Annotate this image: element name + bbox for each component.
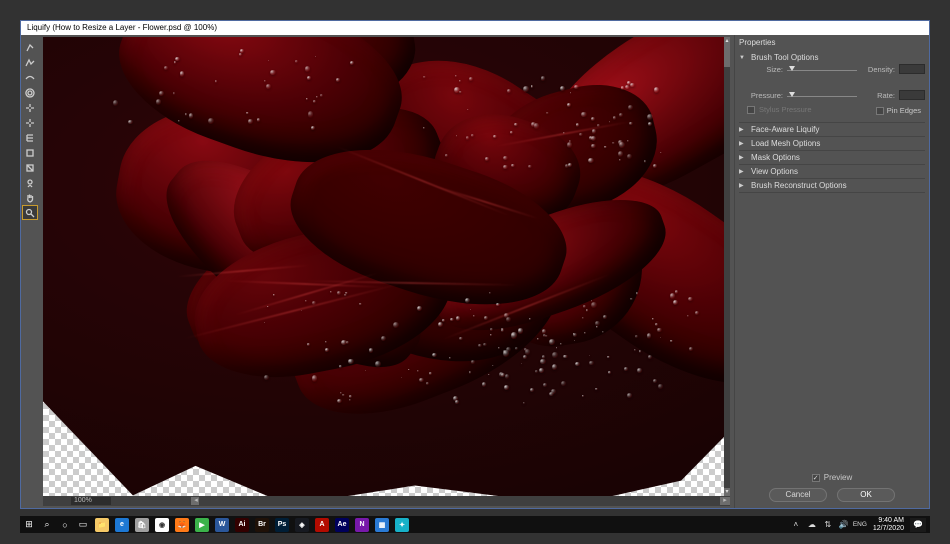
- twirl-tool[interactable]: [23, 86, 37, 99]
- section-label: View Options: [751, 167, 798, 176]
- face-tool[interactable]: [23, 176, 37, 189]
- taskbar-start[interactable]: ⊞: [20, 516, 38, 533]
- hand-tool[interactable]: [23, 191, 37, 204]
- network-icon[interactable]: ⇅: [821, 520, 835, 529]
- taskbar-steam[interactable]: ◈: [292, 516, 312, 533]
- pucker-tool[interactable]: [23, 101, 37, 114]
- rate-value[interactable]: [899, 90, 925, 100]
- stylus-pressure-label: Stylus Pressure: [759, 105, 812, 114]
- push-left-tool[interactable]: [23, 131, 37, 144]
- load-mesh-options-header[interactable]: ▶Load Mesh Options: [739, 139, 925, 148]
- disclosure-triangle-icon: ▼: [739, 55, 747, 61]
- face-aware-liquify-header[interactable]: ▶Face-Aware Liquify: [739, 125, 925, 134]
- time-text: 9:40 AM: [873, 517, 904, 525]
- taskbar-onenote[interactable]: N: [352, 516, 372, 533]
- thaw-mask-tool[interactable]: [23, 161, 37, 174]
- taskbar-app-teal[interactable]: ✦: [392, 516, 412, 533]
- taskbar-app-green[interactable]: ▶: [192, 516, 212, 533]
- pressure-slider[interactable]: [787, 90, 857, 100]
- scroll-right-button[interactable]: ▸: [720, 497, 730, 505]
- density-value[interactable]: [899, 64, 925, 74]
- canvas-area: ▴ ▾ 100% ◂ ▸: [43, 37, 730, 506]
- pin-edges-option[interactable]: Pin Edges: [876, 106, 923, 115]
- date-text: 12/7/2020: [873, 525, 904, 533]
- taskbar-acrobat[interactable]: A: [312, 516, 332, 533]
- stylus-pressure-checkbox: [747, 106, 755, 114]
- bloat-tool[interactable]: [23, 116, 37, 129]
- canvas-footer: 100% ◂ ▸: [43, 496, 730, 506]
- vertical-scrollbar[interactable]: ▴ ▾: [724, 37, 730, 496]
- preview-option[interactable]: Preview: [812, 473, 852, 482]
- liquify-dialog: Liquify (How to Resize a Layer - Flower.…: [20, 20, 930, 509]
- scroll-up-button[interactable]: ▴: [724, 37, 730, 45]
- vertical-scroll-thumb[interactable]: [724, 45, 730, 67]
- taskbar-after-effects[interactable]: Ae: [332, 516, 352, 533]
- brush-tool-options-section: ▼ Brush Tool Options Size: Density: Pres…: [739, 51, 925, 123]
- freeze-mask-tool[interactable]: [23, 146, 37, 159]
- size-slider[interactable]: [787, 64, 857, 74]
- properties-panel: Properties ▼ Brush Tool Options Size: De…: [734, 35, 929, 508]
- density-slider[interactable]: [899, 77, 925, 87]
- preview-label: Preview: [824, 473, 852, 482]
- language-icon[interactable]: ENG: [853, 521, 867, 528]
- taskbar-cortana[interactable]: ○: [56, 516, 74, 533]
- pin-edges-checkbox[interactable]: [876, 107, 884, 115]
- rate-label: Rate:: [857, 91, 899, 100]
- pressure-label: Pressure:: [739, 91, 787, 100]
- taskbar-bridge[interactable]: Br: [252, 516, 272, 533]
- stylus-pressure-option: Stylus Pressure: [741, 104, 812, 117]
- size-label: Size:: [739, 65, 787, 74]
- smooth-tool[interactable]: [23, 71, 37, 84]
- zoom-tool[interactable]: [23, 206, 37, 219]
- action-center-icon[interactable]: 💬: [910, 518, 926, 532]
- view-options-header[interactable]: ▶View Options: [739, 167, 925, 176]
- density-label: Density:: [857, 65, 899, 74]
- section-label: Mask Options: [751, 153, 800, 162]
- volume-icon[interactable]: 🔊: [837, 520, 851, 529]
- taskbar-file-explorer[interactable]: 📁: [92, 516, 112, 533]
- section-label: Load Mesh Options: [751, 139, 820, 148]
- brush-reconstruct-options-header[interactable]: ▶Brush Reconstruct Options: [739, 181, 925, 190]
- taskbar-illustrator[interactable]: Ai: [232, 516, 252, 533]
- taskbar-app-blue[interactable]: ▦: [372, 516, 392, 533]
- clock[interactable]: 9:40 AM 12/7/2020: [869, 517, 908, 533]
- section-label: Face-Aware Liquify: [751, 125, 819, 134]
- taskbar-firefox[interactable]: 🦊: [172, 516, 192, 533]
- section-label: Brush Reconstruct Options: [751, 181, 847, 190]
- preview-checkbox[interactable]: [812, 474, 820, 482]
- scroll-down-button[interactable]: ▾: [724, 488, 730, 496]
- cancel-button[interactable]: Cancel: [769, 488, 827, 502]
- taskbar-taskview[interactable]: ▭: [74, 516, 92, 533]
- forward-warp-tool[interactable]: [23, 41, 37, 54]
- taskbar-word[interactable]: W: [212, 516, 232, 533]
- section-label: Brush Tool Options: [751, 53, 818, 62]
- system-tray: ˄ ☁ ⇅ 🔊 ENG 9:40 AM 12/7/2020 💬: [789, 517, 930, 533]
- ok-button[interactable]: OK: [837, 488, 895, 502]
- onedrive-icon[interactable]: ☁: [805, 520, 819, 529]
- taskbar-edge[interactable]: e: [112, 516, 132, 533]
- windows-taskbar: ⊞⌕○▭📁e🛍◉🦊▶WAiBrPs◈AAeN▦✦ ˄ ☁ ⇅ 🔊 ENG 9:4…: [20, 516, 930, 533]
- tray-overflow-icon[interactable]: ˄: [789, 520, 803, 529]
- brush-tool-options-header[interactable]: ▼ Brush Tool Options: [739, 53, 925, 62]
- document-canvas[interactable]: ▴ ▾: [43, 37, 730, 496]
- panel-title: Properties: [739, 38, 925, 47]
- horizontal-scrollbar[interactable]: [199, 497, 720, 505]
- taskbar-photoshop[interactable]: Ps: [272, 516, 292, 533]
- liquify-toolbar: [21, 35, 39, 508]
- window-title: Liquify (How to Resize a Layer - Flower.…: [21, 21, 929, 35]
- rose-image: [43, 37, 730, 496]
- pin-edges-label: Pin Edges: [887, 106, 921, 115]
- mask-options-header[interactable]: ▶Mask Options: [739, 153, 925, 162]
- taskbar-store[interactable]: 🛍: [132, 516, 152, 533]
- reconstruct-tool[interactable]: [23, 56, 37, 69]
- taskbar-chrome[interactable]: ◉: [152, 516, 172, 533]
- taskbar-search[interactable]: ⌕: [38, 516, 56, 533]
- zoom-readout[interactable]: 100%: [71, 497, 111, 505]
